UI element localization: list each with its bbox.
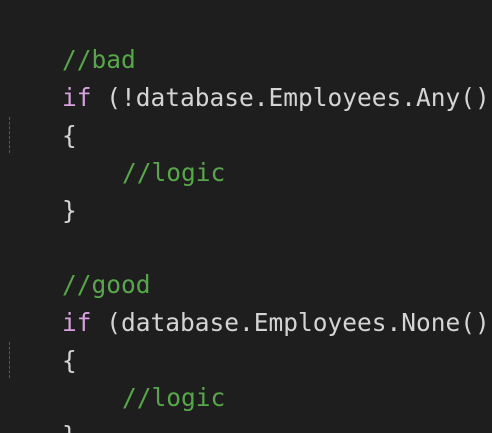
code-line-bad-comment: //bad	[3, 4, 136, 74]
code-line-good-comment: //good	[3, 229, 151, 299]
condition-token: (database.Employees.None())	[91, 308, 492, 337]
comment-token: //logic	[122, 158, 226, 187]
code-editor: //bad if (!database.Employees.Any()) { /…	[0, 0, 492, 433]
close-brace-token: }	[62, 196, 77, 225]
code-line-bad-open-brace: {	[3, 80, 77, 150]
close-brace-token: }	[62, 421, 77, 433]
comment-token: //logic	[122, 383, 226, 412]
code-line-good-open-brace: {	[3, 305, 77, 375]
code-line-good-close-brace: }	[3, 380, 77, 433]
code-line-good-body: //logic	[3, 342, 225, 412]
code-line-good-if: if (database.Employees.None())	[3, 267, 492, 337]
condition-token: (!database.Employees.Any())	[91, 83, 492, 112]
code-line-bad-body: //logic	[3, 117, 225, 187]
code-line-bad-if: if (!database.Employees.Any())	[3, 42, 492, 112]
code-line-bad-close-brace: }	[3, 155, 77, 225]
